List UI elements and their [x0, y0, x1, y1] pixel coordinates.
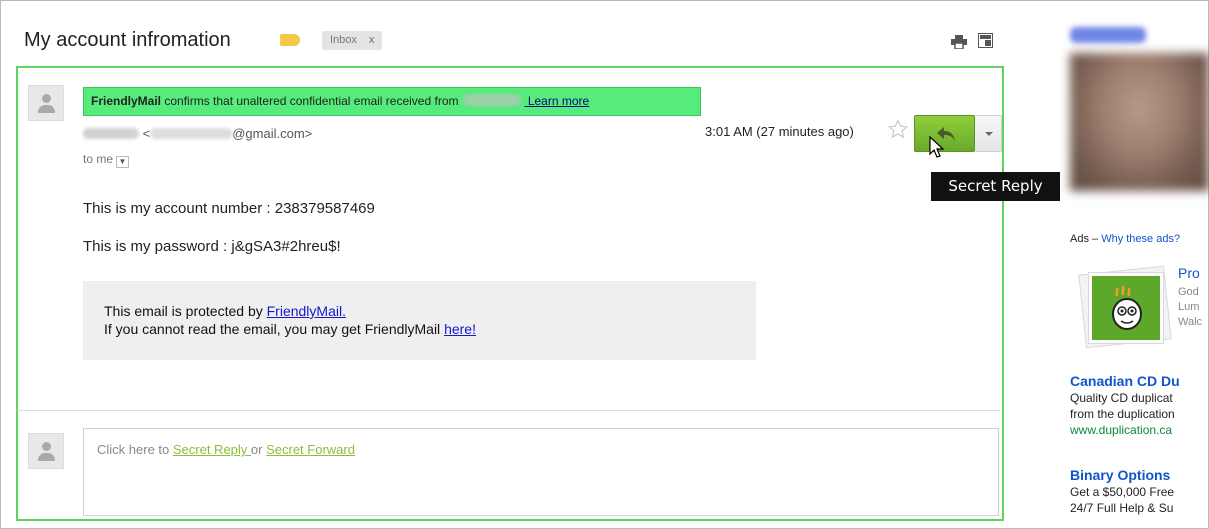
sender-line[interactable]: < @gmail.com> — [83, 126, 312, 141]
remove-label-button[interactable]: x — [369, 34, 375, 46]
show-details-dropdown[interactable]: ▼ — [116, 156, 130, 168]
protection-text-2: If you cannot read the email, you may ge… — [104, 321, 445, 337]
ad-2-line-1: Quality CD duplicat — [1070, 391, 1173, 405]
learn-more-link[interactable]: Learn more — [525, 94, 589, 108]
ad-3-line-1: Get a $50,000 Free — [1070, 485, 1175, 499]
sender-avatar — [28, 85, 64, 121]
message-timestamp: 3:01 AM (27 minutes ago) — [705, 124, 854, 139]
why-these-ads-link[interactable]: Why these ads? — [1101, 233, 1180, 245]
ad-1-title[interactable]: Pro — [1178, 265, 1202, 282]
ad-2-url[interactable]: www.duplication.ca — [1070, 422, 1180, 438]
redacted-sender-address — [150, 128, 233, 139]
secret-reply-link[interactable]: Secret Reply — [173, 442, 251, 457]
protection-line-1: This email is protected by FriendlyMail. — [104, 302, 756, 320]
friendlymail-protection-notice: This email is protected by FriendlyMail.… — [83, 281, 756, 360]
ad-image-fill — [1092, 276, 1160, 340]
ad-image[interactable] — [1072, 265, 1172, 349]
friendlymail-confirmation-banner: FriendlyMail confirms that unaltered con… — [83, 87, 701, 116]
protection-text-1: This email is protected by — [104, 303, 267, 319]
redacted-sender-name — [462, 94, 521, 106]
new-window-icon[interactable] — [978, 33, 993, 48]
thread-subject: My account infromation — [24, 29, 231, 51]
right-sidebar: Ads – Why these ads? Pro God Lum Walc Ca… — [1062, 0, 1209, 529]
inbox-label-text: Inbox — [330, 34, 357, 46]
godaddy-mascot-icon — [1112, 285, 1142, 330]
my-avatar — [28, 433, 64, 469]
ad-1-text[interactable]: Pro God Lum Walc — [1178, 265, 1202, 330]
ad-image-frame — [1088, 272, 1164, 344]
sender-email-domain: @gmail.com> — [232, 126, 313, 141]
star-icon[interactable] — [888, 119, 908, 139]
ad-2-line-2: from the duplication — [1070, 407, 1175, 421]
print-icon[interactable] — [951, 35, 967, 49]
to-me-text: to me — [83, 152, 114, 166]
reply-box-prefix: Click here to — [97, 442, 173, 457]
redacted-contact-name[interactable] — [1070, 27, 1146, 43]
ad-2-title[interactable]: Canadian CD Du — [1070, 372, 1180, 390]
recipients-line: to me ▼ — [83, 152, 130, 168]
message-body-line-2: This is my password : j&gSA3#2hreu$! — [83, 238, 341, 255]
ad-3-title[interactable]: Binary Options — [1070, 466, 1174, 484]
ad-1-line-2: Lum — [1178, 301, 1200, 313]
ad-3[interactable]: Binary Options Get a $50,000 Free 24/7 F… — [1070, 466, 1174, 516]
mouse-cursor-icon — [929, 136, 945, 158]
secret-reply-tooltip: Secret Reply — [931, 172, 1060, 201]
get-friendlymail-link[interactable]: here! — [444, 321, 476, 337]
banner-text: confirms that unaltered confidential ema… — [161, 94, 459, 108]
ad-3-line-2: 24/7 Full Help & Su — [1070, 501, 1174, 515]
contact-photo — [1070, 53, 1209, 191]
redacted-sender-display-name — [83, 128, 139, 139]
ad-1-line-3: Walc — [1178, 316, 1203, 328]
more-actions-dropdown-button[interactable] — [975, 115, 1002, 152]
friendlymail-link[interactable]: FriendlyMail. — [267, 303, 346, 319]
ad-1-line-1: God — [1178, 286, 1199, 298]
ads-header: Ads – Why these ads? — [1070, 233, 1180, 245]
secret-reply-box[interactable]: Click here to Secret Reply or Secret For… — [83, 428, 999, 516]
label-tag-icon[interactable] — [280, 34, 300, 46]
message-body-line-1: This is my account number : 238379587469 — [83, 200, 375, 217]
ads-label: Ads – — [1070, 233, 1102, 245]
protection-line-2: If you cannot read the email, you may ge… — [104, 320, 756, 338]
sender-open-bracket: < — [139, 126, 151, 141]
message-divider — [17, 410, 1000, 411]
inbox-label-chip[interactable]: Inbox x — [322, 31, 383, 50]
secret-forward-link[interactable]: Secret Forward — [266, 442, 355, 457]
ad-2[interactable]: Canadian CD Du Quality CD duplicat from … — [1070, 372, 1180, 438]
reply-box-or: or — [250, 442, 267, 457]
banner-brand: FriendlyMail — [91, 94, 162, 108]
